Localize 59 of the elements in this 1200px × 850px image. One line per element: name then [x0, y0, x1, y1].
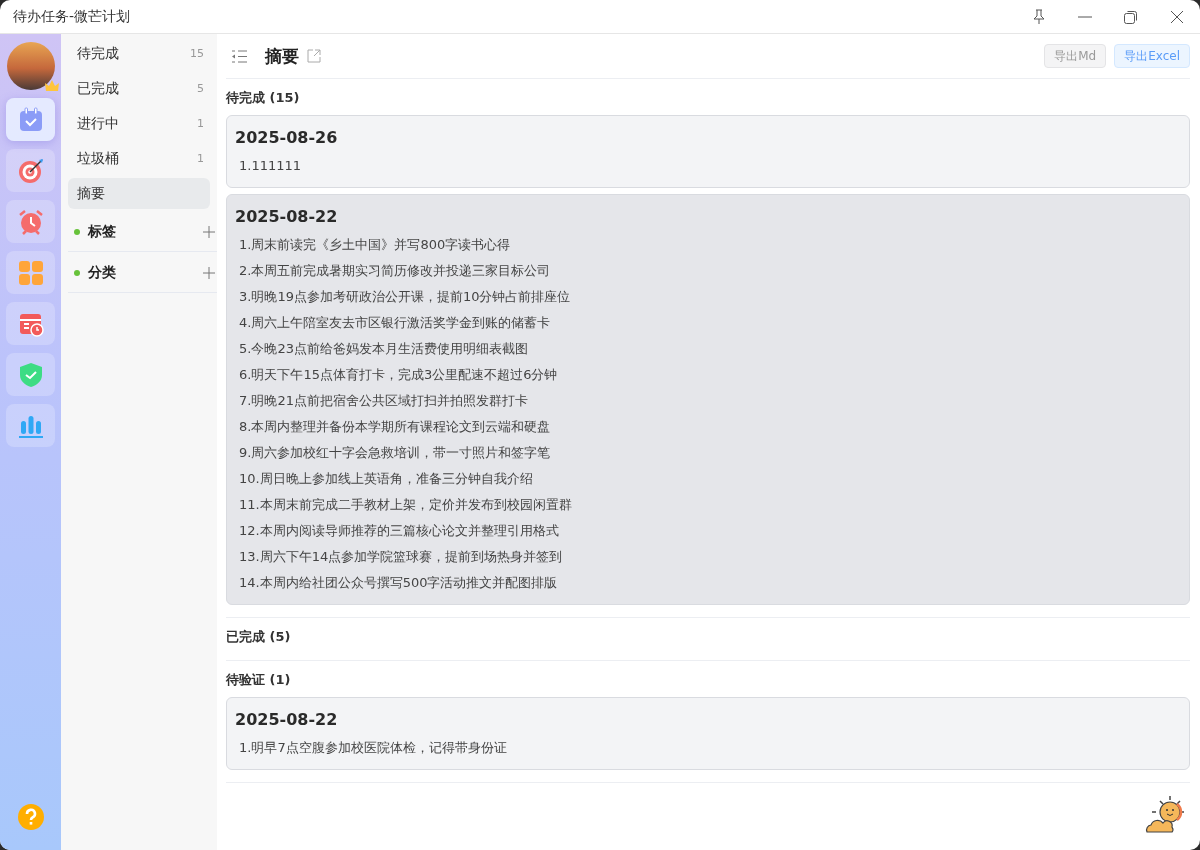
task-item: 14.本周内给社团公众号撰写500字活动推文并配图排版	[238, 574, 559, 592]
group-title: 待验证 (1)	[226, 671, 292, 689]
card-date: 2025-08-26	[235, 128, 339, 147]
card-date: 2025-08-22	[235, 207, 339, 226]
nav-count: 1	[197, 117, 204, 130]
nav-label: 已完成	[77, 79, 120, 98]
shield-check-icon	[18, 361, 43, 388]
nav-label: 进行中	[77, 114, 120, 133]
nav-label: 垃圾桶	[77, 149, 120, 168]
nav-count: 1	[197, 152, 204, 165]
task-item: 5.今晚23点前给爸妈发本月生活费使用明细表截图	[238, 340, 529, 358]
group-title: 已完成 (5)	[226, 628, 292, 646]
sidebar-app-button[interactable]	[6, 200, 55, 243]
sidebar-app-button[interactable]	[6, 302, 55, 345]
pin-icon[interactable]	[1032, 8, 1046, 25]
nav-label: 待完成	[77, 44, 120, 63]
task-item: 1.周末前读完《乡土中国》并写800字读书心得	[238, 236, 512, 254]
task-item: 11.本周末前完成二手教材上架，定价并发布到校园闲置群	[238, 496, 573, 514]
task-item: 12.本周内阅读导师推荐的三篇核心论文并整理引用格式	[238, 522, 560, 540]
nav-item[interactable]: 已完成 5	[68, 73, 210, 104]
window-title: 待办任务-微芒计划	[13, 7, 132, 26]
task-item: 8.本周内整理并备份本学期所有课程论文到云端和硬盘	[238, 418, 552, 436]
task-item: 3.明晚19点参加考研政治公开课，提前10分钟占前排座位	[238, 288, 572, 306]
section-title: 标签	[88, 223, 117, 241]
nav-count: 5	[197, 82, 204, 95]
sidebar-app-button[interactable]	[6, 404, 55, 447]
task-item: 9.周六参加校红十字会急救培训，带一寸照片和签字笔	[238, 444, 552, 462]
nav-item[interactable]: 摘要	[68, 178, 210, 209]
task-item: 6.明天下午15点体育打卡，完成3公里配速不超过6分钟	[238, 366, 559, 384]
task-item: 2.本周五前完成暑期实习简历修改并投递三家目标公司	[238, 262, 552, 280]
task-item: 13.周六下午14点参加学院篮球赛，提前到场热身并签到	[238, 548, 564, 566]
task-item: 1.明早7点空腹参加校医院体检，记得带身份证	[238, 739, 508, 757]
target-icon	[16, 156, 45, 185]
collapse-sidebar-icon[interactable]	[232, 49, 247, 63]
section-title: 分类	[88, 264, 117, 282]
add-icon[interactable]	[203, 226, 215, 238]
task-item: 1.111111	[238, 157, 303, 175]
restore-icon[interactable]	[1124, 9, 1138, 24]
external-link-icon[interactable]	[307, 49, 321, 63]
sidebar-app-button[interactable]	[6, 98, 55, 141]
nav-item[interactable]: 进行中 1	[68, 108, 210, 139]
task-item: 7.明晚21点前把宿舍公共区域打扫并拍照发群打卡	[238, 392, 529, 410]
task-item: 10.周日晚上参加线上英语角，准备三分钟自我介绍	[238, 470, 534, 488]
minimize-icon[interactable]	[1078, 15, 1092, 18]
nav-item[interactable]: 待完成 15	[68, 38, 210, 69]
calendar-check-icon	[17, 106, 44, 133]
nav-label: 摘要	[77, 184, 106, 203]
sidebar-app-button[interactable]	[6, 149, 55, 192]
task-item: 4.周六上午陪室友去市区银行激活奖学金到账的储蓄卡	[238, 314, 552, 332]
crown-icon	[44, 80, 59, 92]
grid-icon	[17, 259, 44, 286]
add-icon[interactable]	[203, 267, 215, 279]
nav-item[interactable]: 垃圾桶 1	[68, 143, 210, 174]
nav-count: 15	[190, 47, 204, 60]
page-title: 摘要	[265, 44, 299, 68]
help-icon[interactable]	[17, 804, 44, 830]
card-date: 2025-08-22	[235, 710, 339, 729]
close-icon[interactable]	[1170, 9, 1184, 24]
group-title: 待完成 (15)	[226, 89, 301, 107]
